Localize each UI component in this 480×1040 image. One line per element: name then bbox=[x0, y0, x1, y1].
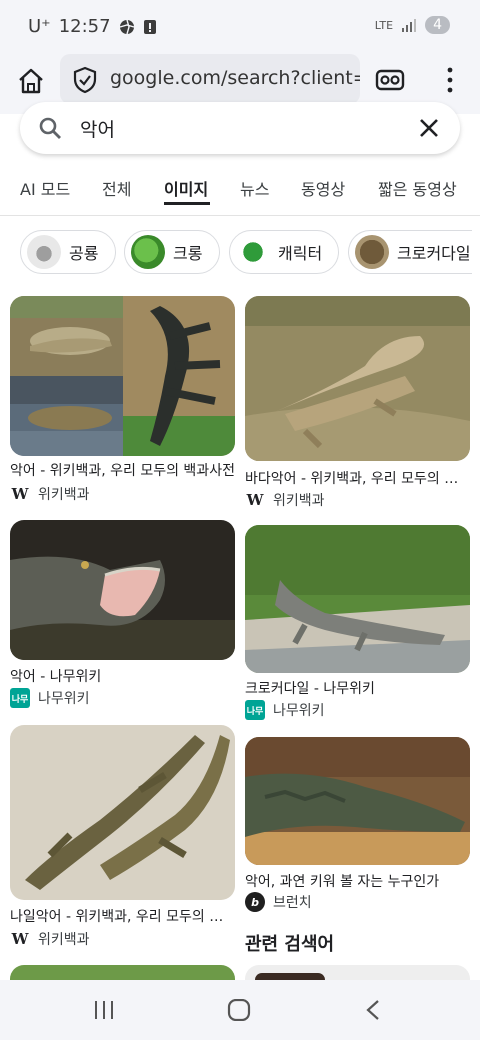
crocodile-image bbox=[10, 520, 235, 660]
clock: 12:57 bbox=[58, 16, 111, 37]
tab-all[interactable]: 전체 bbox=[102, 176, 131, 200]
source-name: 위키백과 bbox=[38, 487, 90, 503]
brunch-icon: b bbox=[245, 892, 265, 912]
chip-label: 크롱 bbox=[173, 244, 203, 263]
crocodile-image bbox=[245, 296, 470, 461]
crocodile-image bbox=[10, 296, 235, 456]
result-source[interactable]: W 위키백과 bbox=[10, 929, 90, 949]
chip-crocodile[interactable]: 크로커다일 bbox=[348, 230, 472, 274]
chip-krong[interactable]: 크롱 bbox=[124, 230, 220, 274]
result-image[interactable] bbox=[10, 520, 235, 660]
result-source[interactable]: 나무 나무위키 bbox=[10, 688, 90, 708]
chip-thumbnail bbox=[131, 235, 165, 269]
battery-badge: 4 bbox=[425, 16, 450, 34]
namuwiki-icon: 나무 bbox=[245, 700, 265, 720]
url-text: google.com/search?client=firefox bbox=[110, 67, 360, 89]
result-source[interactable]: W 위키백과 bbox=[10, 484, 90, 504]
clear-icon[interactable] bbox=[418, 117, 440, 139]
more-vert-icon bbox=[447, 67, 453, 93]
source-name: 브런치 bbox=[273, 895, 312, 911]
chip-thumbnail bbox=[236, 235, 270, 269]
result-source[interactable]: b 브런치 bbox=[245, 892, 312, 912]
carrier-label: U⁺ bbox=[28, 16, 51, 37]
chip-dinosaur[interactable]: 공룡 bbox=[20, 230, 116, 274]
result-caption[interactable]: 나일악어 - 위키백과, 우리 모두의 백과사전 bbox=[10, 906, 235, 926]
active-tab-indicator bbox=[164, 202, 210, 205]
network-type: LTE bbox=[374, 18, 394, 32]
namuwiki-icon: 나무 bbox=[10, 688, 30, 708]
search-icon bbox=[39, 117, 61, 139]
chip-character[interactable]: 캐릭터 bbox=[229, 230, 339, 274]
chip-label: 캐릭터 bbox=[278, 244, 323, 263]
tab-videos[interactable]: 동영상 bbox=[301, 176, 345, 200]
crocodile-image bbox=[245, 737, 470, 865]
url-bar[interactable]: google.com/search?client=firefox bbox=[60, 54, 360, 104]
private-mode-button[interactable] bbox=[374, 64, 406, 96]
home-icon bbox=[19, 68, 43, 94]
crocodile-image bbox=[245, 525, 470, 673]
result-image[interactable] bbox=[10, 725, 235, 900]
aperture-icon bbox=[119, 19, 134, 34]
source-name: 위키백과 bbox=[273, 493, 325, 509]
wikipedia-icon: W bbox=[246, 491, 264, 509]
status-left: U⁺ 12:57 bbox=[28, 16, 157, 37]
search-query: 악어 bbox=[80, 119, 115, 141]
result-source[interactable]: 나무 나무위키 bbox=[245, 700, 325, 720]
result-image[interactable] bbox=[245, 525, 470, 673]
chip-thumbnail bbox=[27, 235, 61, 269]
tab-ai-mode[interactable]: AI 모드 bbox=[20, 176, 70, 200]
shield-icon bbox=[73, 66, 97, 94]
tab-news[interactable]: 뉴스 bbox=[240, 176, 269, 200]
related-card-partial[interactable] bbox=[245, 965, 470, 980]
menu-button[interactable] bbox=[440, 66, 460, 94]
result-image[interactable] bbox=[245, 296, 470, 461]
alert-icon bbox=[143, 19, 156, 34]
wikipedia-icon: W bbox=[11, 485, 29, 503]
recent-apps-icon[interactable] bbox=[93, 1000, 115, 1020]
result-caption[interactable]: 크로커다일 - 나무위키 bbox=[245, 678, 470, 698]
search-box[interactable]: 악어 bbox=[20, 102, 460, 154]
result-caption[interactable]: 바다악어 - 위키백과, 우리 모두의 백과사전 bbox=[245, 468, 470, 488]
result-source[interactable]: W 위키백과 bbox=[245, 490, 325, 510]
wikipedia-icon: W bbox=[11, 930, 29, 948]
crocodile-image bbox=[10, 725, 235, 900]
signal-icon bbox=[402, 19, 417, 32]
tabs-divider bbox=[0, 215, 480, 216]
result-caption[interactable]: 악어 - 위키백과, 우리 모두의 백과사전 bbox=[10, 460, 235, 480]
chip-thumbnail bbox=[355, 235, 389, 269]
status-right: LTE 4 bbox=[375, 16, 450, 34]
related-searches-heading: 관련 검색어 bbox=[245, 934, 335, 955]
result-image[interactable] bbox=[245, 737, 470, 865]
source-name: 위키백과 bbox=[38, 932, 90, 948]
system-nav-bar bbox=[0, 980, 480, 1040]
tab-short-videos[interactable]: 짧은 동영상 bbox=[378, 176, 457, 200]
home-nav-icon[interactable] bbox=[227, 999, 251, 1021]
result-caption[interactable]: 악어 - 나무위키 bbox=[10, 666, 235, 686]
source-name: 나무위키 bbox=[38, 691, 90, 707]
result-caption[interactable]: 악어, 과연 키워 볼 자는 누구인가 bbox=[245, 871, 470, 891]
home-button[interactable] bbox=[14, 64, 48, 98]
chip-label: 공룡 bbox=[69, 244, 99, 263]
source-name: 나무위키 bbox=[273, 703, 325, 719]
back-icon[interactable] bbox=[365, 999, 381, 1021]
mask-icon bbox=[375, 69, 405, 91]
result-image[interactable] bbox=[10, 296, 235, 456]
result-image-partial[interactable] bbox=[10, 965, 235, 980]
chip-label: 크로커다일 bbox=[397, 244, 471, 263]
search-tabs: AI 모드 전체 이미지 뉴스 동영상 짧은 동영상 bbox=[0, 170, 480, 210]
tab-images[interactable]: 이미지 bbox=[164, 176, 208, 200]
